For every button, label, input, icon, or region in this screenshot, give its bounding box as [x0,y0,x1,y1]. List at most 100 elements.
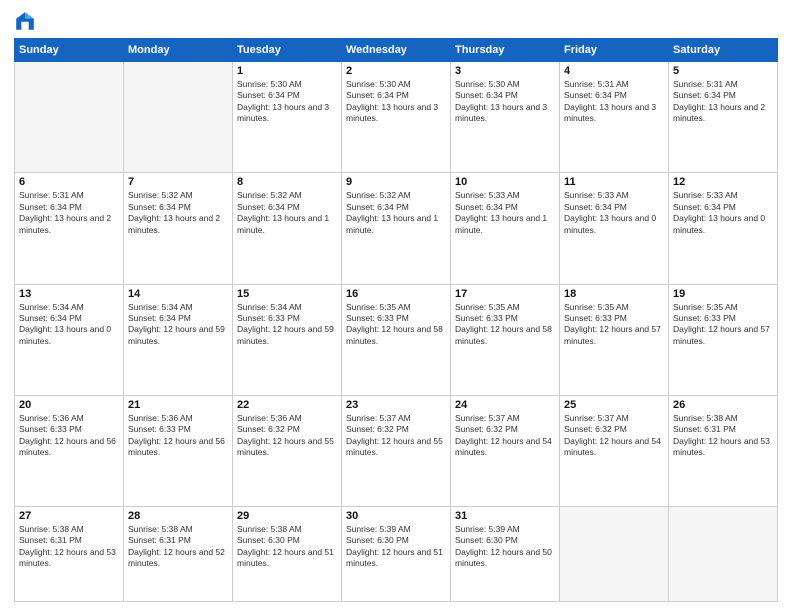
calendar-cell: 11 Sunrise: 5:33 AMSunset: 6:34 PMDayligh… [560,173,669,284]
cell-details: Sunrise: 5:36 AMSunset: 6:33 PMDaylight:… [19,413,119,459]
calendar-cell [124,62,233,173]
cell-details: Sunrise: 5:35 AMSunset: 6:33 PMDaylight:… [455,302,555,348]
weekday-header-monday: Monday [124,39,233,62]
cell-details: Sunrise: 5:38 AMSunset: 6:30 PMDaylight:… [237,524,337,570]
calendar-cell: 18Sunrise: 5:35 AMSunset: 6:33 PMDayligh… [560,284,669,395]
day-number: 23 [346,399,446,411]
cell-details: Sunrise: 5:35 AMSunset: 6:33 PMDaylight:… [346,302,446,348]
calendar-cell: 3Sunrise: 5:30 AMSunset: 6:34 PMDaylight… [451,62,560,173]
cell-details: Sunrise: 5:38 AMSunset: 6:31 PMDaylight:… [673,413,773,459]
calendar-cell: 10Sunrise: 5:33 AMSunset: 6:34 PMDayligh… [451,173,560,284]
week-row-3: 13 Sunrise: 5:34 AMSunset: 6:34 PMDayligh… [15,284,778,395]
cell-details: Sunrise: 5:34 AMSunset: 6:34 PMDaylight:… [128,302,228,348]
day-number: 4 [564,65,664,77]
day-number: 14 [128,288,228,300]
calendar-cell: 26 Sunrise: 5:38 AMSunset: 6:31 PMDayligh… [669,395,778,506]
cell-details: Sunrise: 5:33 AMSunset: 6:34 PMDaylight:… [564,190,664,236]
cell-details: Sunrise: 5:30 AMSunset: 6:34 PMDaylight:… [455,79,555,125]
cell-details: Sunrise: 5:32 AMSunset: 6:34 PMDaylight:… [237,190,337,236]
day-number: 30 [346,510,446,522]
day-number: 25 [564,399,664,411]
day-number: 16 [346,288,446,300]
calendar-cell: 1Sunrise: 5:30 AMSunset: 6:34 PMDaylight… [233,62,342,173]
day-number: 9 [346,176,446,188]
calendar-cell: 12 Sunrise: 5:33 AMSunset: 6:34 PMDayligh… [669,173,778,284]
day-number: 11 [564,176,664,188]
calendar-cell: 7 Sunrise: 5:32 AMSunset: 6:34 PMDaylight… [124,173,233,284]
day-number: 8 [237,176,337,188]
calendar-cell: 25 Sunrise: 5:37 AMSunset: 6:32 PMDayligh… [560,395,669,506]
calendar-cell: 31Sunrise: 5:39 AMSunset: 6:30 PMDayligh… [451,507,560,602]
calendar-cell: 29 Sunrise: 5:38 AMSunset: 6:30 PMDayligh… [233,507,342,602]
cell-details: Sunrise: 5:34 AMSunset: 6:34 PMDaylight:… [19,302,119,348]
cell-details: Sunrise: 5:37 AMSunset: 6:32 PMDaylight:… [455,413,555,459]
day-number: 15 [237,288,337,300]
cell-details: Sunrise: 5:39 AMSunset: 6:30 PMDaylight:… [346,524,446,570]
logo [14,10,40,32]
weekday-header-row: SundayMondayTuesdayWednesdayThursdayFrid… [15,39,778,62]
cell-details: Sunrise: 5:30 AMSunset: 6:34 PMDaylight:… [237,79,337,125]
week-row-5: 27 Sunrise: 5:38 AMSunset: 6:31 PMDayligh… [15,507,778,602]
day-number: 2 [346,65,446,77]
day-number: 6 [19,176,119,188]
calendar-cell: 2 Sunrise: 5:30 AMSunset: 6:34 PMDaylight… [342,62,451,173]
calendar-cell [560,507,669,602]
calendar-cell: 28 Sunrise: 5:38 AMSunset: 6:31 PMDayligh… [124,507,233,602]
cell-details: Sunrise: 5:38 AMSunset: 6:31 PMDaylight:… [19,524,119,570]
calendar-table: SundayMondayTuesdayWednesdayThursdayFrid… [14,38,778,602]
calendar-cell: 14 Sunrise: 5:34 AMSunset: 6:34 PMDayligh… [124,284,233,395]
cell-details: Sunrise: 5:36 AMSunset: 6:32 PMDaylight:… [237,413,337,459]
cell-details: Sunrise: 5:31 AMSunset: 6:34 PMDaylight:… [564,79,664,125]
calendar-cell: 4 Sunrise: 5:31 AMSunset: 6:34 PMDaylight… [560,62,669,173]
calendar-cell: 19Sunrise: 5:35 AMSunset: 6:33 PMDayligh… [669,284,778,395]
cell-details: Sunrise: 5:33 AMSunset: 6:34 PMDaylight:… [455,190,555,236]
cell-details: Sunrise: 5:36 AMSunset: 6:33 PMDaylight:… [128,413,228,459]
cell-details: Sunrise: 5:38 AMSunset: 6:31 PMDaylight:… [128,524,228,570]
weekday-header-tuesday: Tuesday [233,39,342,62]
weekday-header-sunday: Sunday [15,39,124,62]
calendar-cell: 9 Sunrise: 5:32 AMSunset: 6:34 PMDaylight… [342,173,451,284]
cell-details: Sunrise: 5:37 AMSunset: 6:32 PMDaylight:… [564,413,664,459]
calendar-cell: 15 Sunrise: 5:34 AMSunset: 6:33 PMDayligh… [233,284,342,395]
day-number: 19 [673,288,773,300]
weekday-header-friday: Friday [560,39,669,62]
header [14,10,778,32]
day-number: 22 [237,399,337,411]
weekday-header-wednesday: Wednesday [342,39,451,62]
weekday-header-thursday: Thursday [451,39,560,62]
cell-details: Sunrise: 5:32 AMSunset: 6:34 PMDaylight:… [128,190,228,236]
day-number: 17 [455,288,555,300]
day-number: 21 [128,399,228,411]
cell-details: Sunrise: 5:31 AMSunset: 6:34 PMDaylight:… [673,79,773,125]
cell-details: Sunrise: 5:32 AMSunset: 6:34 PMDaylight:… [346,190,446,236]
day-number: 29 [237,510,337,522]
calendar-cell: 22 Sunrise: 5:36 AMSunset: 6:32 PMDayligh… [233,395,342,506]
cell-details: Sunrise: 5:33 AMSunset: 6:34 PMDaylight:… [673,190,773,236]
cell-details: Sunrise: 5:31 AMSunset: 6:34 PMDaylight:… [19,190,119,236]
day-number: 26 [673,399,773,411]
cell-details: Sunrise: 5:30 AMSunset: 6:34 PMDaylight:… [346,79,446,125]
day-number: 27 [19,510,119,522]
day-number: 13 [19,288,119,300]
day-number: 24 [455,399,555,411]
calendar-cell: 27 Sunrise: 5:38 AMSunset: 6:31 PMDayligh… [15,507,124,602]
day-number: 7 [128,176,228,188]
day-number: 12 [673,176,773,188]
calendar-cell: 6 Sunrise: 5:31 AMSunset: 6:34 PMDaylight… [15,173,124,284]
weekday-header-saturday: Saturday [669,39,778,62]
day-number: 31 [455,510,555,522]
week-row-2: 6 Sunrise: 5:31 AMSunset: 6:34 PMDaylight… [15,173,778,284]
week-row-4: 20 Sunrise: 5:36 AMSunset: 6:33 PMDayligh… [15,395,778,506]
cell-details: Sunrise: 5:35 AMSunset: 6:33 PMDaylight:… [564,302,664,348]
calendar-cell: 20 Sunrise: 5:36 AMSunset: 6:33 PMDayligh… [15,395,124,506]
day-number: 20 [19,399,119,411]
calendar-cell: 21 Sunrise: 5:36 AMSunset: 6:33 PMDayligh… [124,395,233,506]
cell-details: Sunrise: 5:37 AMSunset: 6:32 PMDaylight:… [346,413,446,459]
page: SundayMondayTuesdayWednesdayThursdayFrid… [0,0,792,612]
day-number: 5 [673,65,773,77]
week-row-1: 1Sunrise: 5:30 AMSunset: 6:34 PMDaylight… [15,62,778,173]
cell-details: Sunrise: 5:34 AMSunset: 6:33 PMDaylight:… [237,302,337,348]
calendar-cell: 30 Sunrise: 5:39 AMSunset: 6:30 PMDayligh… [342,507,451,602]
day-number: 28 [128,510,228,522]
calendar-cell: 13 Sunrise: 5:34 AMSunset: 6:34 PMDayligh… [15,284,124,395]
